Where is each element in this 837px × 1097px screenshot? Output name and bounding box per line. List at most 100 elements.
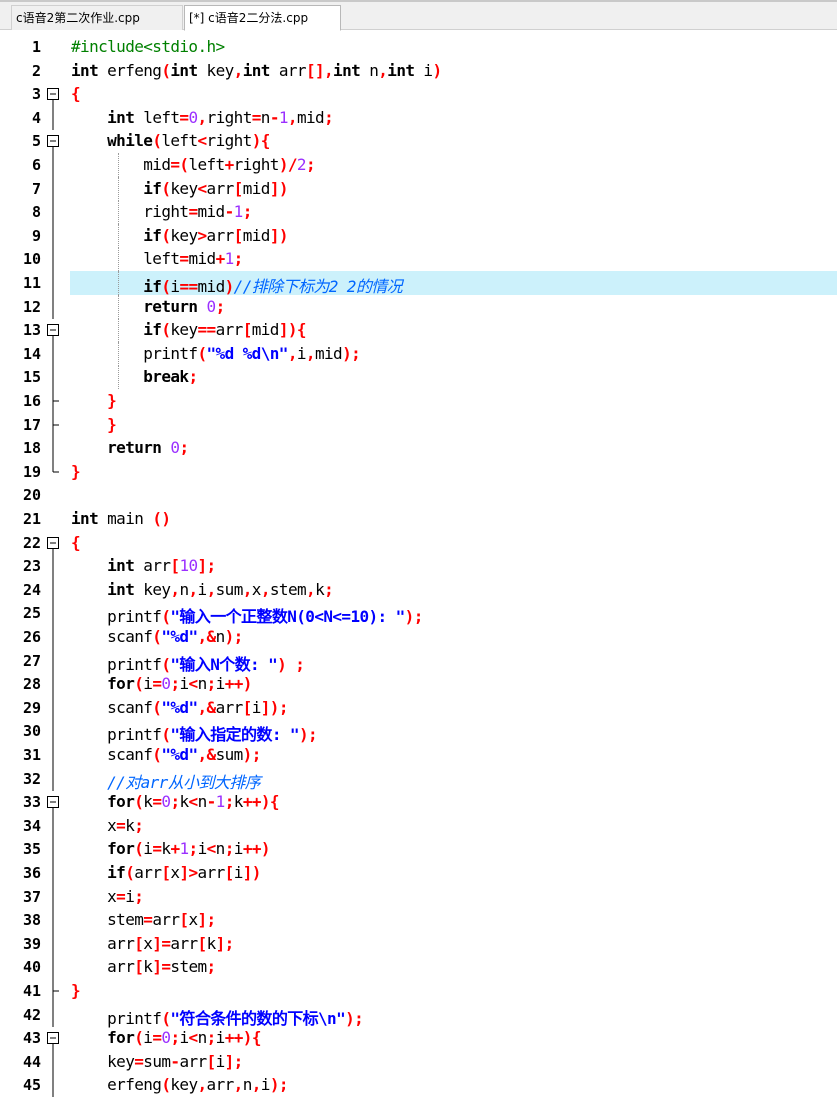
code-line[interactable]: 9 if(key>arr[mid]) (0, 223, 837, 248)
code-line[interactable]: 25 printf("输入一个正整数N(0<N<=10): "); (0, 601, 837, 627)
code-line[interactable]: 19} (0, 459, 837, 484)
code-token: return (107, 438, 162, 458)
code-line[interactable]: 30 printf("输入指定的数: "); (0, 719, 837, 744)
code-line[interactable]: 4 int left=0,right=n-1,mid; (0, 105, 837, 130)
code-line[interactable]: 24 int key,n,i,sum,x,stem,k; (0, 577, 837, 602)
fold-toggle-icon[interactable] (45, 531, 65, 555)
code-token: i (215, 1051, 226, 1071)
tab-homework-file[interactable]: c语音2第二次作业.cpp (11, 5, 183, 30)
code-line[interactable]: 20 (0, 483, 837, 507)
code-line[interactable]: 43 for(i=0;i<n;i++){ (0, 1026, 837, 1051)
fold-toggle-icon[interactable] (45, 82, 65, 107)
code-token: == (179, 277, 198, 296)
code-line[interactable]: 5 while(left<right){ (0, 129, 837, 154)
code-line[interactable]: 45 erfeng(key,arr,n,i); (0, 1073, 837, 1097)
code-line[interactable]: 34 x=k; (0, 813, 837, 838)
code-token: 1 (278, 107, 289, 127)
code-line[interactable]: 28 for(i=0;i<n;i++) (0, 672, 837, 697)
code-line[interactable]: 27 printf("输入N个数: ") ; (0, 648, 837, 674)
tab-binary-search-file[interactable]: [*] c语音2二分法.cpp (184, 5, 341, 31)
code-line[interactable]: 16 } (0, 389, 837, 413)
code-text: int key,n,i,sum,x,stem,k; (71, 579, 334, 599)
code-token: } (107, 414, 117, 434)
code-line[interactable]: 32 //对arr从小到大排序 (0, 766, 837, 793)
line-number: 16 (22, 392, 41, 410)
code-token: , (197, 107, 208, 127)
code-token: , (287, 107, 298, 127)
fold-guide-icon (45, 436, 65, 461)
code-line[interactable]: 21 int main () (0, 507, 837, 531)
code-line[interactable]: 11 if(i==mid)//排除下标为2 2的情况 (0, 271, 837, 296)
code-line[interactable]: 23 int arr[10]; (0, 554, 837, 579)
code-line[interactable]: 29 scanf("%d",&arr[i]); (0, 695, 837, 720)
code-token: [ (242, 697, 253, 717)
code-token: [ (233, 178, 244, 198)
code-line[interactable]: 8 right=mid-1; (0, 200, 837, 225)
code-text: { (71, 84, 81, 103)
code-line[interactable]: 42 printf("符合条件的数的下标\n"); (0, 1002, 837, 1028)
fold-guide-icon (45, 884, 65, 909)
code-line[interactable]: 22 { (0, 531, 837, 555)
code-line[interactable]: 10 left=mid+1; (0, 247, 837, 272)
code-line[interactable]: 14 printf("%d %d\n",i,mid); (0, 341, 837, 366)
code-text: int arr[10]; (71, 556, 216, 575)
code-token: mid (242, 225, 271, 245)
fold-toggle-icon[interactable] (45, 318, 65, 343)
code-line[interactable]: 7 if(key<arr[mid]) (0, 176, 837, 201)
code-token: k (233, 792, 244, 812)
code-token: printf (71, 607, 162, 627)
code-text: for(i=0;i<n;i++){ (71, 1028, 261, 1047)
fold-toggle-icon[interactable] (45, 129, 65, 154)
code-token: < (188, 674, 199, 694)
line-number: 12 (22, 297, 41, 316)
code-line[interactable]: 33 for(k=0;k<n-1;k++){ (0, 790, 837, 815)
code-line[interactable]: 31 scanf("%d",&sum); (0, 743, 837, 767)
code-text: //对arr从小到大排序 (71, 769, 261, 793)
code-token: arr (206, 1075, 235, 1095)
code-line[interactable]: 41} (0, 979, 837, 1003)
code-line[interactable]: 35 for(i=k+1;i<n;i++) (0, 837, 837, 862)
code-line[interactable]: 36 if(arr[x]>arr[i]) (0, 861, 837, 885)
code-line[interactable]: 6 mid=(left+right)/2; (0, 153, 837, 177)
code-line[interactable]: 13 if(key==arr[mid]){ (0, 318, 837, 343)
code-line[interactable]: 2 int erfeng(int key,int arr[],int n,int … (0, 59, 837, 83)
code-line[interactable]: 26 scanf("%d",&n); (0, 625, 837, 649)
code-token: n (197, 1028, 208, 1048)
code-editor[interactable]: 1 #include<stdio.h> 2 int erfeng(int key,in… (0, 30, 837, 1097)
fold-guide-icon (45, 459, 65, 484)
code-line[interactable]: 1 #include<stdio.h> (0, 35, 837, 59)
code-text: erfeng(key,arr,n,i); (71, 1075, 288, 1094)
line-number: 35 (22, 840, 41, 859)
code-line[interactable]: 15 break; (0, 365, 837, 390)
line-number: 32 (22, 769, 41, 788)
code-line[interactable]: 38 stem=arr[x]; (0, 908, 837, 933)
code-line[interactable]: 39 arr[x]=arr[k]; (0, 931, 837, 956)
code-line[interactable]: 44 key=sum-arr[i]; (0, 1049, 837, 1074)
code-line[interactable]: 12 return 0; (0, 294, 837, 319)
indent-guide (118, 341, 119, 366)
fold-guide-icon (45, 341, 65, 366)
code-line[interactable]: 40 arr[k]=stem; (0, 955, 837, 980)
line-number: 4 (31, 108, 41, 127)
code-token: k (143, 792, 153, 812)
code-token: = (134, 1051, 144, 1071)
code-line[interactable]: 3{ (0, 82, 837, 107)
code-token: i (215, 674, 226, 694)
code-token: #include<stdio.h> (71, 37, 225, 56)
code-token: ]= (152, 957, 171, 977)
fold-toggle-icon[interactable] (45, 790, 65, 815)
code-token: )/ (278, 155, 298, 174)
code-line[interactable]: 37 x=i; (0, 884, 837, 909)
code-token: arr (134, 863, 162, 882)
code-token: arr (269, 60, 307, 80)
code-line[interactable]: 18 return 0; (0, 436, 837, 461)
code-line[interactable]: 17 } (0, 412, 837, 437)
fold-guide-icon (45, 813, 65, 838)
fold-toggle-icon[interactable] (45, 1026, 65, 1051)
indent-guide (118, 176, 119, 201)
code-token: ; (324, 579, 334, 599)
